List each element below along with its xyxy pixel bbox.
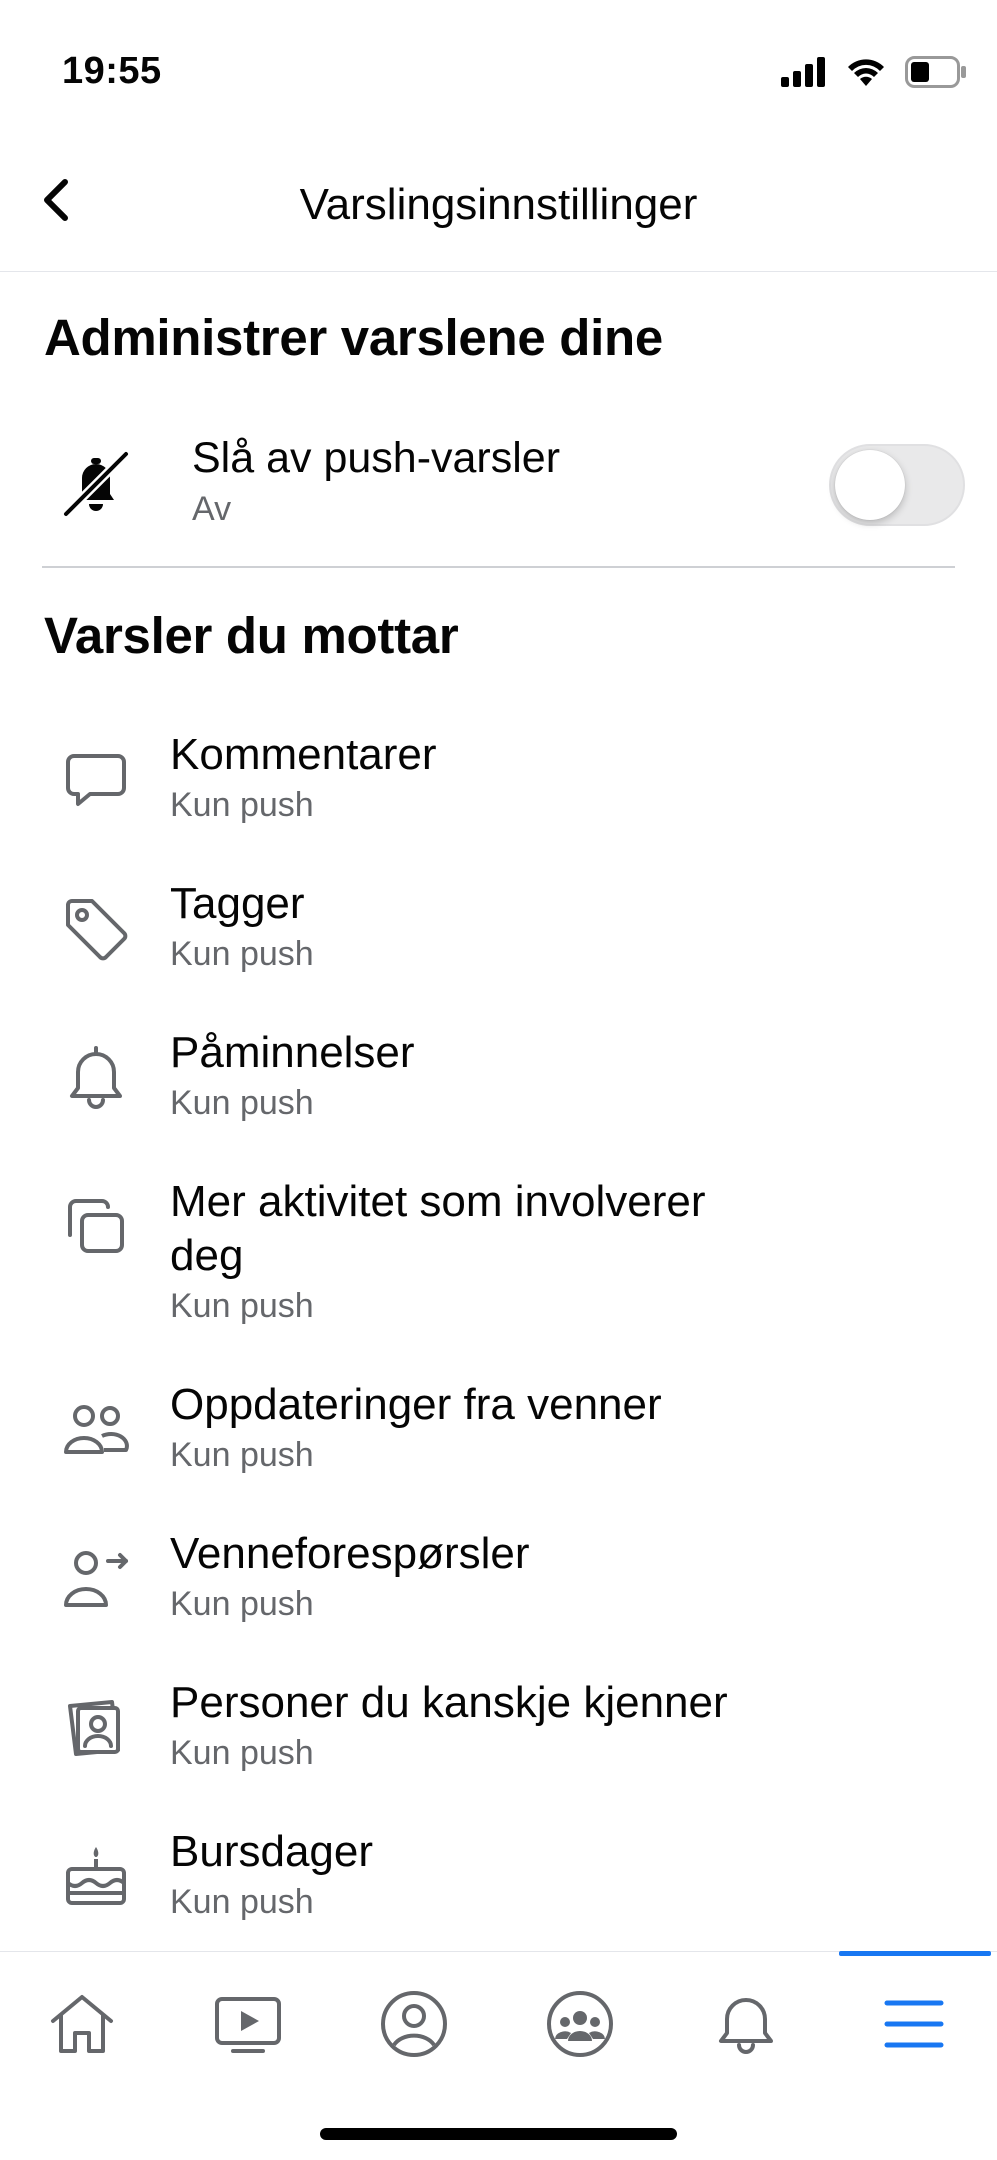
list-item-sub: Kun push — [170, 1883, 314, 1921]
menu-icon — [879, 1989, 949, 2059]
tab-home[interactable] — [32, 1974, 132, 2074]
status-time: 19:55 — [62, 50, 162, 92]
notifications-icon — [711, 1989, 781, 2059]
push-notifications-row[interactable]: Slå av push-varsler Av — [0, 420, 997, 550]
section-title-received: Varsler du mottar — [44, 607, 459, 664]
list-item-label: Kommentarer — [170, 730, 437, 779]
list-item-birthdays[interactable]: Bursdager Kun push — [0, 1817, 997, 1966]
list-item-label: Mer aktivitet som involverer deg — [170, 1177, 706, 1280]
status-bar: 19:55 — [0, 0, 997, 140]
list-item-people-you-may-know[interactable]: Personer du kanskje kjenner Kun push — [0, 1668, 997, 1817]
list-item-label: Personer du kanskje kjenner — [170, 1678, 728, 1727]
list-item-label: Påminnelser — [170, 1028, 415, 1077]
push-toggle-switch[interactable] — [829, 444, 965, 526]
bell-off-icon — [60, 448, 132, 520]
list-item-sub: Kun push — [170, 935, 314, 973]
status-icons — [781, 52, 967, 92]
comment-icon — [58, 742, 134, 818]
notification-type-list: Kommentarer Kun push Tagger Kun push Påm… — [0, 720, 997, 1966]
list-item-more-activity[interactable]: Mer aktivitet som involverer deg Kun pus… — [0, 1167, 997, 1370]
home-icon — [47, 1989, 117, 2059]
bell-icon — [58, 1040, 134, 1116]
active-tab-indicator — [839, 1951, 991, 1956]
list-item-label: Tagger — [170, 879, 305, 928]
people-you-may-know-icon — [58, 1690, 134, 1766]
list-item-reminders[interactable]: Påminnelser Kun push — [0, 1018, 997, 1167]
push-toggle-status: Av — [192, 490, 232, 528]
battery-icon — [905, 56, 967, 88]
list-item-sub: Kun push — [170, 786, 314, 824]
profile-icon — [379, 1989, 449, 2059]
signal-icon — [781, 57, 827, 87]
stacked-squares-icon — [58, 1189, 134, 1265]
tab-menu[interactable] — [864, 1974, 964, 2074]
list-item-sub: Kun push — [170, 1287, 314, 1325]
wifi-icon — [845, 56, 887, 88]
groups-icon — [545, 1989, 615, 2059]
list-item-tags[interactable]: Tagger Kun push — [0, 869, 997, 1018]
list-item-label: Venneforespørsler — [170, 1529, 530, 1578]
toggle-knob — [835, 450, 905, 520]
tag-icon — [58, 891, 134, 967]
tab-groups[interactable] — [530, 1974, 630, 2074]
tab-video[interactable] — [198, 1974, 298, 2074]
list-item-friend-requests[interactable]: Venneforespørsler Kun push — [0, 1519, 997, 1668]
list-item-label: Oppdateringer fra venner — [170, 1380, 662, 1429]
friends-icon — [58, 1392, 134, 1468]
list-item-label: Bursdager — [170, 1827, 374, 1876]
list-item-friend-updates[interactable]: Oppdateringer fra venner Kun push — [0, 1370, 997, 1519]
nav-bar: Varslingsinnstillinger — [0, 140, 997, 272]
list-item-comments[interactable]: Kommentarer Kun push — [0, 720, 997, 869]
tab-bar — [0, 1951, 997, 2160]
push-toggle-label: Slå av push-varsler — [192, 434, 561, 482]
friend-request-icon — [58, 1541, 134, 1617]
home-indicator — [320, 2128, 677, 2140]
list-item-sub: Kun push — [170, 1585, 314, 1623]
video-icon — [213, 1989, 283, 2059]
section-title-manage: Administrer varslene dine — [44, 309, 663, 366]
tab-notifications[interactable] — [696, 1974, 796, 2074]
birthday-cake-icon — [58, 1839, 134, 1915]
list-item-sub: Kun push — [170, 1734, 314, 1772]
list-item-sub: Kun push — [170, 1436, 314, 1474]
section-divider — [42, 566, 955, 568]
page-title: Varslingsinnstillinger — [299, 180, 698, 229]
list-item-sub: Kun push — [170, 1084, 314, 1122]
tab-profile[interactable] — [364, 1974, 464, 2074]
